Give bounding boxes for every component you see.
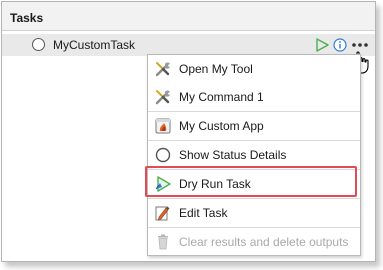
tasks-panel: Tasks MyCustomTask Open My Tool My Comma… xyxy=(1,1,376,262)
menu-item-label: Edit Task xyxy=(179,206,228,220)
tools-icon xyxy=(155,90,170,105)
panel-title: Tasks xyxy=(10,11,44,25)
menu-item-my-command-1[interactable]: My Command 1 xyxy=(148,83,360,111)
task-name: MyCustomTask xyxy=(53,38,136,52)
menu-item-my-custom-app[interactable]: My Custom App xyxy=(148,112,360,140)
more-options-icon[interactable] xyxy=(351,38,369,52)
task-row[interactable]: MyCustomTask xyxy=(2,34,375,56)
menu-item-label: Show Status Details xyxy=(179,148,287,162)
run-task-icon[interactable] xyxy=(315,38,329,52)
menu-item-clear-results[interactable]: Clear results and delete outputs xyxy=(148,228,360,256)
trash-icon xyxy=(158,234,168,250)
context-menu: Open My Tool My Command 1 My Custom App xyxy=(147,54,361,256)
menu-item-show-status-details[interactable]: Show Status Details xyxy=(148,141,360,169)
menu-item-label: My Custom App xyxy=(179,119,264,133)
menu-item-label: Open My Tool xyxy=(179,62,253,76)
menu-item-edit-task[interactable]: Edit Task xyxy=(148,199,360,227)
edit-icon xyxy=(155,206,170,221)
panel-header: Tasks xyxy=(2,2,375,31)
info-icon[interactable] xyxy=(333,38,347,52)
menu-item-open-my-tool[interactable]: Open My Tool xyxy=(148,55,360,83)
highlight-box xyxy=(145,166,357,197)
app-icon xyxy=(155,118,171,134)
tools-icon xyxy=(155,62,170,77)
status-circle-icon xyxy=(32,38,45,51)
status-circle-icon xyxy=(155,147,171,163)
menu-item-label: My Command 1 xyxy=(179,90,264,104)
menu-item-label: Clear results and delete outputs xyxy=(179,235,349,249)
